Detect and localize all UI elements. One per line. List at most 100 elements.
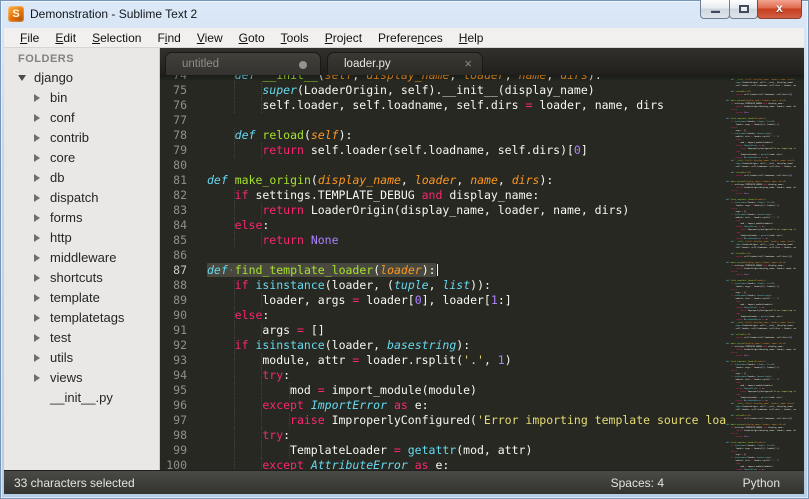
sidebar-item-shortcuts[interactable]: shortcuts xyxy=(4,268,159,288)
triangle-right-icon[interactable] xyxy=(34,274,40,282)
triangle-right-icon[interactable] xyxy=(34,374,40,382)
code-text: super(LoaderOrigin, self).__init__(displ… xyxy=(207,83,595,98)
code-line[interactable]: 100 except AttributeError as e: xyxy=(160,458,726,470)
code-line[interactable]: 76 self.loader, self.loadname, self.dirs … xyxy=(160,98,726,113)
indent-guide xyxy=(207,323,235,338)
close-icon: x xyxy=(776,1,783,15)
sidebar-item-init-py[interactable]: __init__.py xyxy=(4,388,159,408)
window-title: Demonstration - Sublime Text 2 xyxy=(30,7,198,21)
sidebar-item-conf[interactable]: conf xyxy=(4,108,159,128)
minimap[interactable]: def __init__(self, display_name, loader,… xyxy=(726,75,796,470)
code-text: mod = import_module(module) xyxy=(207,383,477,398)
indent-guide xyxy=(262,413,291,428)
triangle-right-icon[interactable] xyxy=(34,334,40,342)
code-line[interactable]: 74 def __init__(self, display_name, loade… xyxy=(160,75,726,83)
code-line[interactable]: 91 args = [] xyxy=(160,323,726,338)
code-line[interactable]: 86 xyxy=(160,248,726,263)
sidebar-item-dispatch[interactable]: dispatch xyxy=(4,188,159,208)
syntax-mode[interactable]: Python xyxy=(743,476,780,490)
menu-selection[interactable]: Selection xyxy=(84,29,149,47)
sidebar-item-templatetags[interactable]: templatetags xyxy=(4,308,159,328)
triangle-right-icon[interactable] xyxy=(34,354,40,362)
indent-guide xyxy=(207,368,235,383)
indent-guide xyxy=(235,458,263,470)
close-button[interactable]: x xyxy=(757,0,802,19)
line-number: 81 xyxy=(173,173,187,187)
code-line[interactable]: 92 if isinstance(loader, basestring): xyxy=(160,338,726,353)
code-line[interactable]: 89 loader, args = loader[0], loader[1:] xyxy=(160,293,726,308)
code-line[interactable]: 98 try: xyxy=(160,428,726,443)
tab-close-icon[interactable]: × xyxy=(464,53,472,75)
sidebar-item-template[interactable]: template xyxy=(4,288,159,308)
tab-loader-py[interactable]: loader.py × xyxy=(327,52,483,75)
tab-untitled[interactable]: untitled xyxy=(165,52,321,75)
menu-help[interactable]: Help xyxy=(451,29,492,47)
minimize-button[interactable] xyxy=(700,0,730,19)
sidebar-item-contrib[interactable]: contrib xyxy=(4,128,159,148)
code-line[interactable]: 75 super(LoaderOrigin, self).__init__(dis… xyxy=(160,83,726,98)
code-line[interactable]: 78 def reload(self): xyxy=(160,128,726,143)
triangle-down-icon[interactable] xyxy=(18,75,26,81)
code-line[interactable]: 84 else: xyxy=(160,218,726,233)
triangle-right-icon[interactable] xyxy=(34,134,40,142)
sidebar-item-utils[interactable]: utils xyxy=(4,348,159,368)
triangle-right-icon[interactable] xyxy=(34,154,40,162)
folders-header: FOLDERS xyxy=(18,53,75,65)
code-line[interactable]: 81 def make_origin(display_name, loader, … xyxy=(160,173,726,188)
sidebar-item-django[interactable]: django xyxy=(4,68,159,88)
sidebar-item-test[interactable]: test xyxy=(4,328,159,348)
code-line[interactable]: 83 return LoaderOrigin(display_name, load… xyxy=(160,203,726,218)
line-number: 89 xyxy=(173,293,187,307)
menu-tools[interactable]: Tools xyxy=(273,29,317,47)
code-line[interactable]: 85 return None xyxy=(160,233,726,248)
code-line[interactable]: 90 else: xyxy=(160,308,726,323)
menu-file[interactable]: File xyxy=(12,29,47,47)
code-line[interactable]: 99 TemplateLoader = getattr(mod, attr) xyxy=(160,443,726,458)
triangle-right-icon[interactable] xyxy=(34,174,40,182)
code-line[interactable]: 77 xyxy=(160,113,726,128)
code-area[interactable]: 74 def __init__(self, display_name, loade… xyxy=(160,75,804,470)
indent-setting[interactable]: Spaces: 4 xyxy=(611,476,664,490)
line-number: 76 xyxy=(173,98,187,112)
triangle-right-icon[interactable] xyxy=(34,254,40,262)
code-line[interactable]: 87 def·find_template_loader(loader): xyxy=(160,263,726,278)
triangle-right-icon[interactable] xyxy=(34,194,40,202)
sidebar-item-views[interactable]: views xyxy=(4,368,159,388)
code-line[interactable]: 82 if settings.TEMPLATE_DEBUG and display… xyxy=(160,188,726,203)
sidebar-item-bin[interactable]: bin xyxy=(4,88,159,108)
menu-preferences[interactable]: Preferences xyxy=(370,29,451,47)
code-text: if isinstance(loader, basestring): xyxy=(207,338,470,353)
menu-goto[interactable]: Goto xyxy=(231,29,273,47)
sidebar-item-label: db xyxy=(50,170,65,185)
code-line[interactable]: 93 module, attr = loader.rsplit('.', 1) xyxy=(160,353,726,368)
sidebar-item-forms[interactable]: forms xyxy=(4,208,159,228)
code-line[interactable]: 88 if isinstance(loader, (tuple, list)): xyxy=(160,278,726,293)
menu-find[interactable]: Find xyxy=(149,29,188,47)
code-line[interactable]: 95 mod = import_module(module) xyxy=(160,383,726,398)
triangle-right-icon[interactable] xyxy=(34,94,40,102)
code-text: return self.loader(self.loadname, self.d… xyxy=(207,143,588,158)
code-line[interactable]: 80 xyxy=(160,158,726,173)
triangle-right-icon[interactable] xyxy=(34,234,40,242)
code-line[interactable]: 94 try: xyxy=(160,368,726,383)
sidebar-item-middleware[interactable]: middleware xyxy=(4,248,159,268)
menu-edit[interactable]: Edit xyxy=(47,29,84,47)
sidebar-item-http[interactable]: http xyxy=(4,228,159,248)
sidebar-item-db[interactable]: db xyxy=(4,168,159,188)
code-line[interactable]: 97 raise ImproperlyConfigured('Error impo… xyxy=(160,413,726,428)
sidebar-item-label: test xyxy=(50,330,71,345)
menu-view[interactable]: View xyxy=(189,29,231,47)
triangle-right-icon[interactable] xyxy=(34,214,40,222)
line-number: 93 xyxy=(173,353,187,367)
code-line[interactable]: 96 except ImportError as e: xyxy=(160,398,726,413)
triangle-right-icon[interactable] xyxy=(34,314,40,322)
indent-guide xyxy=(235,83,263,98)
code-line[interactable]: 79 return self.loader(self.loadname, self… xyxy=(160,143,726,158)
code-viewport[interactable]: 74 def __init__(self, display_name, loade… xyxy=(160,75,726,470)
sidebar-item-core[interactable]: core xyxy=(4,148,159,168)
maximize-button[interactable] xyxy=(729,0,758,19)
menu-project[interactable]: Project xyxy=(317,29,370,47)
triangle-right-icon[interactable] xyxy=(34,294,40,302)
triangle-right-icon[interactable] xyxy=(34,114,40,122)
title-bar[interactable]: S Demonstration - Sublime Text 2 x xyxy=(0,0,809,28)
